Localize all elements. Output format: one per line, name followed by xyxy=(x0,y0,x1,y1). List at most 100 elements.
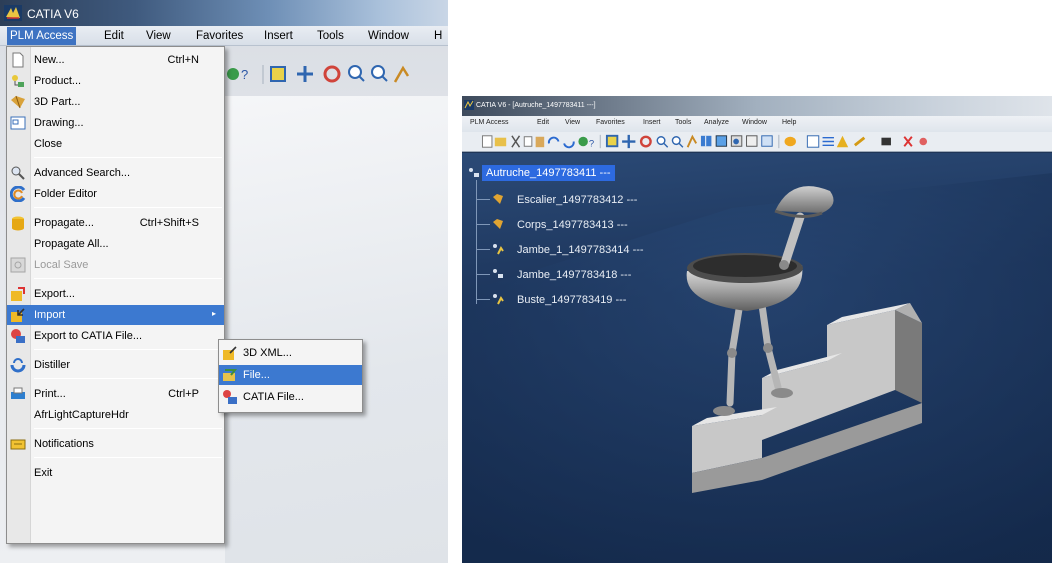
menu-insert[interactable]: Insert xyxy=(264,30,293,42)
multi-view-icon[interactable] xyxy=(700,135,712,147)
menu-item-distiller[interactable]: Distiller xyxy=(7,355,224,375)
open-icon[interactable] xyxy=(494,137,507,147)
capture-icon[interactable] xyxy=(881,137,891,146)
submenu-item-file[interactable]: File... xyxy=(219,365,362,385)
zoom-out-icon[interactable] xyxy=(371,65,388,82)
menu-favorites[interactable]: Favorites xyxy=(196,30,243,42)
folder-editor-icon xyxy=(10,186,26,202)
menu-item-new[interactable]: New... Ctrl+N xyxy=(7,50,224,70)
pan-icon[interactable] xyxy=(622,134,636,149)
sketch-icon[interactable] xyxy=(784,136,796,147)
submenu-item-3d-xml[interactable]: 3D XML... xyxy=(219,343,362,363)
formula-icon[interactable] xyxy=(822,136,834,147)
tree-item-corps[interactable]: Corps_1497783413 --- xyxy=(517,219,628,231)
menu-help[interactable]: Help xyxy=(782,119,796,126)
redo-icon[interactable] xyxy=(563,141,575,149)
material-icon[interactable] xyxy=(836,135,849,148)
model-render xyxy=(462,173,1052,563)
plm-access-menu: New... Ctrl+N Product... 3D Part... Draw… xyxy=(6,46,225,544)
menu-item-drawing[interactable]: Drawing... xyxy=(7,113,224,133)
tree-item-jambe[interactable]: Jambe_1497783418 --- xyxy=(517,269,631,281)
submenu-item-catia-file[interactable]: CATIA File... xyxy=(219,387,362,407)
part-node-icon xyxy=(493,194,503,204)
cut-icon[interactable] xyxy=(511,135,521,148)
fit-all-icon[interactable] xyxy=(605,134,619,148)
menu-edit[interactable]: Edit xyxy=(104,30,124,42)
menu-item-label: Distiller xyxy=(34,359,71,371)
menu-item-exit[interactable]: Exit xyxy=(7,463,224,483)
menu-separator xyxy=(34,278,222,279)
3d-viewport[interactable] xyxy=(462,153,1052,563)
menu-favorites[interactable]: Favorites xyxy=(596,119,625,126)
tree-root-autruche[interactable]: Autruche_1497783411 --- xyxy=(482,165,615,181)
menu-item-import[interactable]: Import ▸ xyxy=(7,305,224,325)
zoom-in-icon[interactable] xyxy=(348,65,365,82)
iso-view-icon[interactable] xyxy=(715,135,728,147)
normal-view-icon[interactable] xyxy=(686,134,698,148)
rotate-icon[interactable] xyxy=(323,65,341,83)
menu-item-export[interactable]: Export... xyxy=(7,284,224,304)
tree-item-jambe-1[interactable]: Jambe_1_1497783414 --- xyxy=(517,244,644,256)
menu-item-folder-editor[interactable]: Folder Editor xyxy=(7,184,224,204)
menu-item-label: Export... xyxy=(34,288,75,300)
menu-item-notifications[interactable]: Notifications xyxy=(7,434,224,454)
delete-icon[interactable] xyxy=(903,136,913,147)
menu-item-label: Close xyxy=(34,138,63,150)
undo-icon[interactable] xyxy=(547,136,560,144)
tree-item-buste[interactable]: Buste_1497783419 --- xyxy=(517,294,626,306)
menu-plm-access[interactable]: PLM Access xyxy=(7,27,77,45)
pan-icon[interactable] xyxy=(297,66,313,82)
menu-item-label: File... xyxy=(243,369,270,381)
export-catia-icon xyxy=(11,329,25,343)
menu-item-print[interactable]: Print... Ctrl+P xyxy=(7,384,224,404)
menu-analyze[interactable]: Analyze xyxy=(704,119,729,126)
zoom-out-icon[interactable] xyxy=(671,136,684,148)
fit-all-icon[interactable] xyxy=(270,66,286,82)
file-import-icon xyxy=(223,369,238,381)
paste-icon[interactable] xyxy=(535,136,545,148)
menu-insert[interactable]: Insert xyxy=(643,119,661,126)
copy-icon[interactable] xyxy=(523,136,533,147)
new-icon[interactable] xyxy=(481,135,493,148)
menu-help[interactable]: H xyxy=(434,30,442,42)
menu-window[interactable]: Window xyxy=(742,119,767,126)
menu-item-export-to-catia-file[interactable]: Export to CATIA File... xyxy=(7,326,224,346)
menu-item-label: Print... xyxy=(34,388,66,400)
3d-xml-icon xyxy=(223,346,237,360)
menu-item-propagate[interactable]: Propagate... Ctrl+Shift+S xyxy=(7,213,224,233)
work-area[interactable] xyxy=(225,96,448,563)
menu-plm-access[interactable]: PLM Access xyxy=(470,119,509,126)
hide-show-icon[interactable] xyxy=(746,135,758,147)
menu-item-label: Exit xyxy=(34,467,53,479)
menu-item-label: Notifications xyxy=(34,438,94,450)
menu-tools[interactable]: Tools xyxy=(675,119,691,126)
shading-icon[interactable] xyxy=(730,135,743,147)
menu-view[interactable]: View xyxy=(146,30,171,42)
measure-icon[interactable] xyxy=(853,136,866,147)
menu-item-label: Folder Editor xyxy=(34,188,97,200)
title-bar: CATIA V6 xyxy=(0,0,448,26)
properties-icon[interactable] xyxy=(806,135,820,148)
menu-item-afrlightcapturehdr[interactable]: AfrLightCaptureHdr xyxy=(7,405,224,425)
rotate-icon[interactable] xyxy=(639,135,652,148)
settings-icon[interactable] xyxy=(919,137,928,146)
menu-item-3d-part[interactable]: 3D Part... xyxy=(7,92,224,112)
tree-item-escalier[interactable]: Escalier_1497783412 --- xyxy=(517,194,637,206)
menu-view[interactable]: View xyxy=(565,119,580,126)
swap-visible-icon[interactable] xyxy=(761,135,773,147)
normal-view-icon[interactable] xyxy=(393,65,410,83)
menu-item-advanced-search[interactable]: Advanced Search... xyxy=(7,163,224,183)
toolbar: ? xyxy=(462,132,1052,152)
menu-window[interactable]: Window xyxy=(368,30,409,42)
zoom-in-icon[interactable] xyxy=(656,136,669,148)
menu-tools[interactable]: Tools xyxy=(317,30,344,42)
notifications-icon xyxy=(10,439,26,450)
menu-item-propagate-all[interactable]: Propagate All... xyxy=(7,234,224,254)
menu-item-close[interactable]: Close xyxy=(7,134,224,154)
title-bar: CATIA V6 - [Autruche_1497783411 ---] xyxy=(462,96,1052,116)
what-is-this-icon[interactable]: ? xyxy=(578,136,594,150)
menu-item-product[interactable]: Product... xyxy=(7,71,224,91)
menu-item-label: Propagate... xyxy=(34,217,94,229)
help-icon[interactable]: ? xyxy=(227,67,248,82)
menu-edit[interactable]: Edit xyxy=(537,119,549,126)
